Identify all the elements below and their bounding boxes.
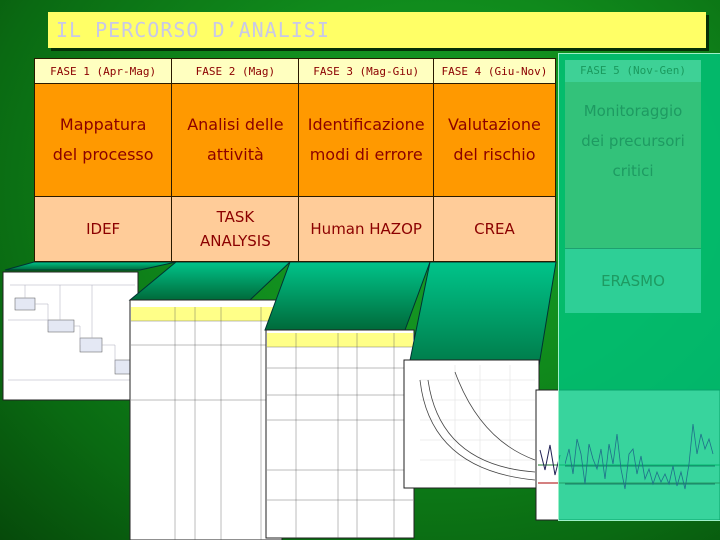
phase-2-method: TASK ANALYSIS — [171, 196, 300, 262]
phase-method-row: IDEF TASK ANALYSIS Human HAZOP CREA — [33, 196, 557, 262]
phase-1-activity: Mappatura del processo — [33, 83, 173, 197]
phase-3-activity: Identificazione modi di errore — [298, 83, 434, 197]
phase-3-header: FASE 3 (Mag-Giu) — [298, 58, 434, 84]
phase-5-method: ERASMO — [565, 248, 701, 313]
phase-4-activity: Valutazione del rischio — [432, 83, 557, 197]
phase-5-header: FASE 5 (Nov-Gen) — [565, 60, 701, 82]
phase-1-header: FASE 1 (Apr-Mag) — [33, 58, 173, 84]
phase-4-header: FASE 4 (Giu-Nov) — [432, 58, 557, 84]
band-task — [128, 261, 292, 301]
phase-4-method: CREA — [432, 196, 557, 262]
phase-2-header: FASE 2 (Mag) — [171, 58, 300, 84]
human-hazop-thumbnail — [265, 329, 415, 539]
phase-2-activity: Analisi delle attività — [171, 83, 300, 197]
idef-diagram-thumbnail — [2, 271, 139, 401]
phase-5-activity: Monitoraggio dei precursori critici — [565, 82, 701, 248]
erasmo-control-chart-line — [565, 423, 715, 490]
band-idef — [4, 261, 177, 271]
phase-1-method: IDEF — [33, 196, 173, 262]
crea-chart-thumbnail — [403, 359, 540, 489]
phase-5-overlay: FASE 5 (Nov-Gen) Monitoraggio dei precurs… — [558, 53, 720, 521]
phases-table: FASE 1 (Apr-Mag) FASE 2 (Mag) FASE 3 (Ma… — [33, 58, 557, 262]
task-analysis-thumbnail — [129, 299, 283, 540]
phase-3-method: Human HAZOP — [298, 196, 434, 262]
band-hazop — [264, 261, 431, 331]
phase-header-row: FASE 1 (Apr-Mag) FASE 2 (Mag) FASE 3 (Ma… — [33, 58, 557, 84]
phase-activity-row: Mappatura del processo Analisi delle attiv… — [33, 83, 557, 197]
